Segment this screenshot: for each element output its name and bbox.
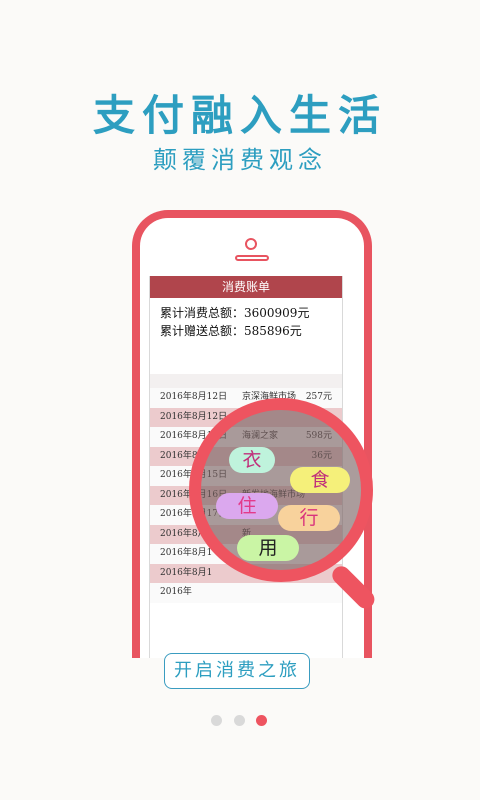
row-date: 2016年8月12日 (160, 392, 228, 402)
total-bonus: 累计赠送总额：585896元 (160, 324, 302, 338)
phone-camera-icon (245, 238, 257, 250)
start-journey-button[interactable]: 开启消费之旅 (164, 653, 310, 689)
table-row: 2016年 (150, 583, 342, 603)
tag-clothing: 衣 (229, 447, 275, 473)
bill-summary: 累计消费总额：3600909元 累计赠送总额：585896元 (150, 298, 342, 374)
bill-divider (150, 374, 342, 388)
tag-travel: 行 (278, 505, 340, 531)
headline: 支付融入生活 (92, 91, 387, 140)
phone-speaker-icon (235, 255, 269, 261)
page-indicator-dot[interactable] (211, 715, 222, 726)
row-date: 2016年 (160, 587, 192, 597)
total-spent: 累计消费总额：3600909元 (160, 306, 310, 320)
page-indicator-dot-active[interactable] (256, 715, 267, 726)
row-date: 2016年8月1 (160, 548, 213, 558)
page-indicator-dot[interactable] (234, 715, 245, 726)
row-date: 2016年8月1 (160, 567, 213, 578)
bill-title: 消费账单 (150, 276, 342, 298)
subheadline: 颠覆消费观念 (153, 146, 327, 174)
tag-goods: 用 (237, 535, 299, 561)
tag-food: 食 (290, 467, 350, 493)
tag-housing: 住 (216, 493, 278, 519)
